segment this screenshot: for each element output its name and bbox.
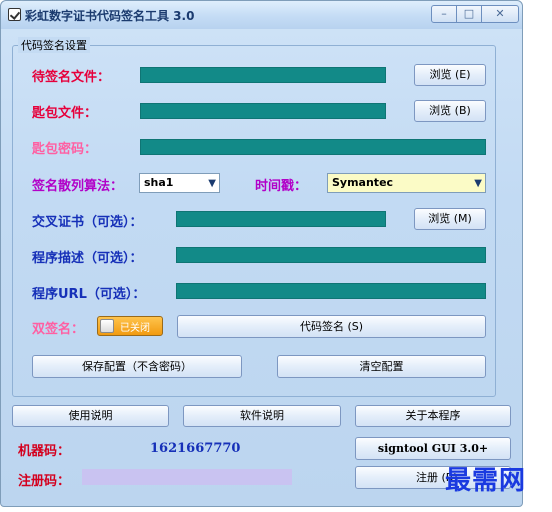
code-sign-button[interactable]: 代码签名 (S) <box>177 315 486 338</box>
description-label: 程序描述（可选）： <box>32 251 143 266</box>
machine-code-label: 机器码： <box>18 444 71 459</box>
checkbox-icon <box>8 8 21 21</box>
hash-algorithm-select[interactable]: sha1 ▼ <box>139 173 220 193</box>
settings-group-title: 代码签名设置 <box>18 37 90 53</box>
browse-cross-cert-button[interactable]: 浏览 (M) <box>414 208 486 230</box>
cross-cert-label: 交叉证书（可选）： <box>32 215 143 230</box>
hash-algorithm-label: 签名散列算法： <box>32 179 124 194</box>
description-input[interactable] <box>176 247 486 263</box>
minimize-button[interactable]: – <box>431 5 457 23</box>
hash-algorithm-value: sha1 <box>144 176 174 189</box>
window-title: 彩虹数字证书代码签名工具 3.0 <box>25 9 195 23</box>
software-info-button[interactable]: 软件说明 <box>183 405 341 427</box>
timestamp-label: 时间戳： <box>255 179 308 194</box>
usage-button[interactable]: 使用说明 <box>12 405 169 427</box>
title-bar[interactable]: 彩虹数字证书代码签名工具 3.0 – □ ✕ <box>1 1 522 29</box>
dual-sign-state: 已关闭 <box>120 323 150 334</box>
clear-config-button[interactable]: 清空配置 <box>277 355 486 378</box>
pfx-file-input[interactable] <box>140 103 386 119</box>
machine-code-value: 1621667770 <box>150 441 241 456</box>
reg-code-input[interactable] <box>82 469 292 485</box>
browse-pfx-button[interactable]: 浏览 (B) <box>414 100 486 122</box>
maximize-icon: □ <box>463 7 475 20</box>
close-button[interactable]: ✕ <box>481 5 519 23</box>
cross-cert-input[interactable] <box>176 211 386 227</box>
save-config-button[interactable]: 保存配置（不含密码） <box>32 355 242 378</box>
pfx-password-label: 匙包密码： <box>32 142 98 157</box>
timestamp-value: Symantec <box>332 176 394 189</box>
program-url-label: 程序URL（可选）： <box>32 287 146 302</box>
signtool-gui-button[interactable]: signtool GUI 3.0+ <box>355 437 511 460</box>
toggle-knob <box>100 319 114 333</box>
chevron-down-icon: ▼ <box>208 178 216 189</box>
pending-file-label: 待签名文件： <box>32 70 111 85</box>
browse-file-button[interactable]: 浏览 (E) <box>414 64 486 86</box>
pfx-password-input[interactable] <box>140 139 486 155</box>
chevron-down-icon: ▼ <box>474 178 482 189</box>
dual-sign-label: 双签名： <box>32 322 85 337</box>
dual-sign-toggle[interactable]: 已关闭 <box>97 316 163 336</box>
watermark-logo: 最需网 <box>445 466 527 496</box>
maximize-button[interactable]: □ <box>456 5 482 23</box>
pending-file-input[interactable] <box>140 67 386 83</box>
timestamp-select[interactable]: Symantec ▼ <box>327 173 486 193</box>
pfx-file-label: 匙包文件： <box>32 106 98 121</box>
program-url-input[interactable] <box>176 283 486 299</box>
reg-code-label: 注册码： <box>18 474 71 489</box>
close-icon: ✕ <box>495 7 505 20</box>
about-button[interactable]: 关于本程序 <box>355 405 511 427</box>
minimize-icon: – <box>441 7 447 20</box>
